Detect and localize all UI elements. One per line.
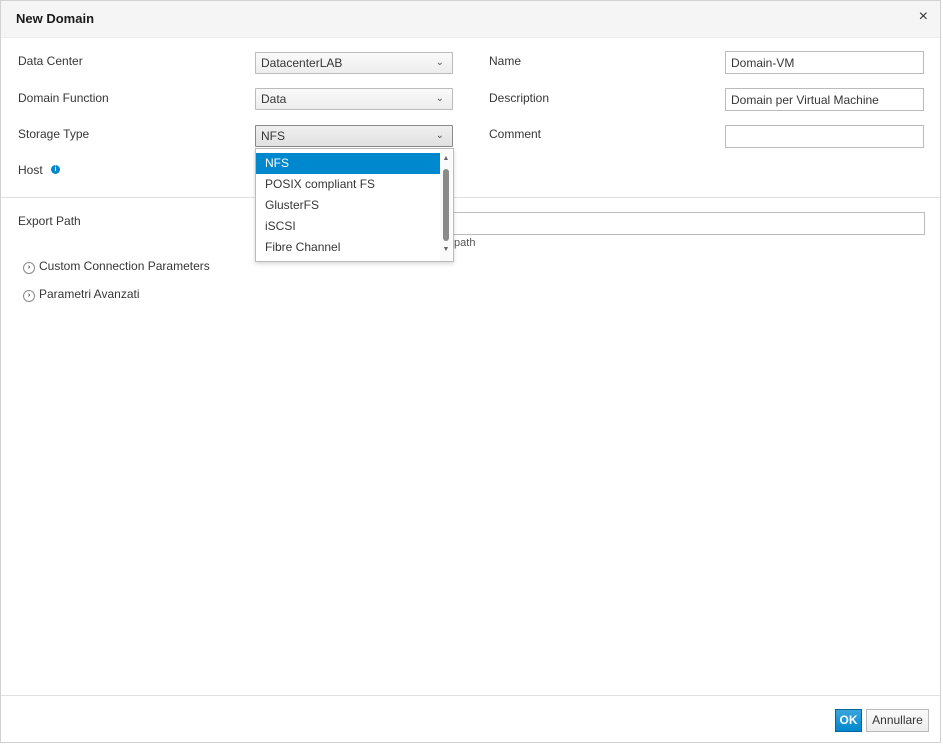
data-center-select[interactable]: DatacenterLAB ⌄	[255, 52, 453, 74]
custom-connection-label: Custom Connection Parameters	[39, 259, 210, 273]
domain-function-value: Data	[261, 92, 287, 106]
name-label: Name	[489, 54, 522, 68]
data-center-label: Data Center	[18, 54, 83, 68]
ok-button[interactable]: OK	[835, 709, 862, 732]
chevron-down-icon: ⌄	[435, 57, 444, 68]
scroll-thumb[interactable]	[443, 169, 449, 241]
option-glusterfs[interactable]: GlusterFS	[256, 195, 440, 216]
scroll-down-icon[interactable]: ▼	[440, 245, 452, 255]
advanced-params-label: Parametri Avanzati	[39, 287, 140, 301]
description-label: Description	[489, 91, 550, 105]
chevron-down-icon: ⌄	[435, 130, 444, 141]
footer-divider	[1, 695, 940, 696]
chevron-down-icon: ⌄	[435, 93, 444, 104]
info-icon[interactable]: i	[51, 165, 60, 174]
option-nfs[interactable]: NFS	[256, 153, 440, 174]
option-fibre-channel[interactable]: Fibre Channel	[256, 237, 440, 258]
data-center-value: DatacenterLAB	[261, 56, 343, 70]
option-posix[interactable]: POSIX compliant FS	[256, 174, 440, 195]
name-input[interactable]	[725, 51, 924, 74]
description-input[interactable]	[725, 88, 924, 111]
export-path-hint: /path	[451, 237, 476, 249]
storage-type-select[interactable]: NFS ⌄	[255, 125, 453, 147]
dialog-header: New Domain ×	[1, 1, 940, 38]
dialog-title: New Domain	[16, 11, 95, 26]
advanced-params-expander[interactable]: › Parametri Avanzati	[23, 287, 140, 302]
expand-icon: ›	[23, 290, 35, 302]
scroll-up-icon[interactable]: ▲	[440, 154, 452, 164]
comment-label: Comment	[489, 127, 542, 141]
section-divider	[1, 197, 940, 198]
storage-type-label: Storage Type	[18, 127, 90, 141]
expand-icon: ›	[23, 262, 35, 274]
domain-function-label: Domain Function	[18, 91, 109, 105]
comment-input[interactable]	[725, 125, 924, 148]
custom-connection-expander[interactable]: › Custom Connection Parameters	[23, 259, 210, 274]
export-path-label: Export Path	[18, 214, 81, 228]
dropdown-scrollbar[interactable]: ▲ ▼	[440, 149, 452, 261]
domain-function-select[interactable]: Data ⌄	[255, 88, 453, 110]
new-domain-dialog: New Domain × Data Center DatacenterLAB ⌄…	[0, 0, 941, 743]
cancel-button[interactable]: Annullare	[866, 709, 929, 732]
host-label: Host	[18, 163, 43, 177]
close-icon[interactable]: ×	[919, 8, 928, 26]
option-iscsi[interactable]: iSCSI	[256, 216, 440, 237]
storage-type-value: NFS	[261, 129, 285, 143]
storage-type-dropdown[interactable]: NFS POSIX compliant FS GlusterFS iSCSI F…	[255, 148, 454, 262]
